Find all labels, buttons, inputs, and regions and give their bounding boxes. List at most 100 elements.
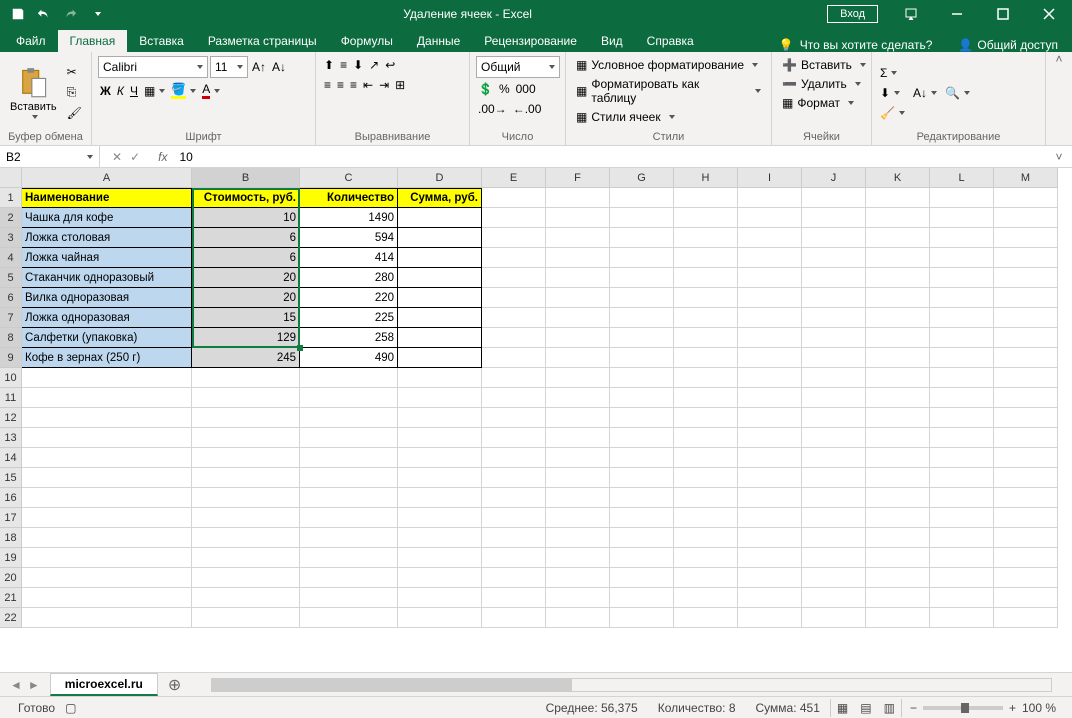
zoom-slider-thumb[interactable] — [961, 703, 969, 713]
cell-E4[interactable] — [482, 248, 546, 268]
cell-J1[interactable] — [802, 188, 866, 208]
cell-L20[interactable] — [930, 568, 994, 588]
cell-L18[interactable] — [930, 528, 994, 548]
cell-A16[interactable] — [22, 488, 192, 508]
row-header-10[interactable]: 10 — [0, 368, 22, 388]
cell-L17[interactable] — [930, 508, 994, 528]
cell-M15[interactable] — [994, 468, 1058, 488]
font-name-combo[interactable]: Calibri — [98, 56, 208, 78]
cell-styles-button[interactable]: ▦Стили ячеек — [572, 108, 765, 126]
cell-G19[interactable] — [610, 548, 674, 568]
cell-I19[interactable] — [738, 548, 802, 568]
cell-D8[interactable] — [398, 328, 482, 348]
cell-J6[interactable] — [802, 288, 866, 308]
cell-D17[interactable] — [398, 508, 482, 528]
sheet-nav-first-icon[interactable]: ◄ — [8, 676, 24, 694]
cell-G5[interactable] — [610, 268, 674, 288]
cell-K19[interactable] — [866, 548, 930, 568]
cell-E5[interactable] — [482, 268, 546, 288]
cell-M21[interactable] — [994, 588, 1058, 608]
cell-J7[interactable] — [802, 308, 866, 328]
cell-B13[interactable] — [192, 428, 300, 448]
cell-F10[interactable] — [546, 368, 610, 388]
cell-H3[interactable] — [674, 228, 738, 248]
cell-C8[interactable]: 258 — [300, 328, 398, 348]
cell-L9[interactable] — [930, 348, 994, 368]
increase-decimal-icon[interactable]: .00→ — [476, 100, 509, 118]
cell-H22[interactable] — [674, 608, 738, 628]
cell-H13[interactable] — [674, 428, 738, 448]
cell-L5[interactable] — [930, 268, 994, 288]
cell-K20[interactable] — [866, 568, 930, 588]
macro-record-icon[interactable]: ▢ — [65, 701, 76, 715]
cell-B16[interactable] — [192, 488, 300, 508]
cell-D12[interactable] — [398, 408, 482, 428]
underline-button[interactable]: Ч — [128, 82, 140, 100]
cell-C21[interactable] — [300, 588, 398, 608]
cell-I1[interactable] — [738, 188, 802, 208]
cell-D6[interactable] — [398, 288, 482, 308]
cell-A3[interactable]: Ложка столовая — [22, 228, 192, 248]
cell-F19[interactable] — [546, 548, 610, 568]
tab-insert[interactable]: Вставка — [127, 30, 196, 52]
cell-D3[interactable] — [398, 228, 482, 248]
expand-formula-icon[interactable]: ˅ — [1046, 150, 1072, 164]
merge-icon[interactable]: ⊞ — [393, 76, 407, 94]
col-header-A[interactable]: A — [22, 168, 192, 188]
cell-M9[interactable] — [994, 348, 1058, 368]
cell-E7[interactable] — [482, 308, 546, 328]
cell-F20[interactable] — [546, 568, 610, 588]
cell-A6[interactable]: Вилка одноразовая — [22, 288, 192, 308]
row-header-14[interactable]: 14 — [0, 448, 22, 468]
decrease-decimal-icon[interactable]: ←.00 — [511, 100, 544, 118]
cell-G3[interactable] — [610, 228, 674, 248]
cell-B22[interactable] — [192, 608, 300, 628]
cell-I10[interactable] — [738, 368, 802, 388]
cell-I17[interactable] — [738, 508, 802, 528]
row-header-13[interactable]: 13 — [0, 428, 22, 448]
number-format-combo[interactable]: Общий — [476, 56, 560, 78]
cell-E22[interactable] — [482, 608, 546, 628]
cell-L7[interactable] — [930, 308, 994, 328]
cell-G21[interactable] — [610, 588, 674, 608]
cell-J8[interactable] — [802, 328, 866, 348]
cell-D13[interactable] — [398, 428, 482, 448]
cell-I9[interactable] — [738, 348, 802, 368]
tab-view[interactable]: Вид — [589, 30, 635, 52]
cell-B9[interactable]: 245 — [192, 348, 300, 368]
tab-file[interactable]: Файл — [4, 30, 58, 52]
cell-G13[interactable] — [610, 428, 674, 448]
cell-A8[interactable]: Салфетки (упаковка) — [22, 328, 192, 348]
cell-K15[interactable] — [866, 468, 930, 488]
cell-L13[interactable] — [930, 428, 994, 448]
cell-D18[interactable] — [398, 528, 482, 548]
cell-A13[interactable] — [22, 428, 192, 448]
formula-bar[interactable]: 10 — [173, 150, 1046, 164]
cell-F2[interactable] — [546, 208, 610, 228]
format-as-table-button[interactable]: ▦Форматировать как таблицу — [572, 75, 765, 107]
redo-icon[interactable] — [58, 2, 82, 26]
cell-H19[interactable] — [674, 548, 738, 568]
cell-D7[interactable] — [398, 308, 482, 328]
cell-B2[interactable]: 10 — [192, 208, 300, 228]
zoom-level[interactable]: 100 % — [1022, 701, 1056, 715]
fill-color-icon[interactable]: 🪣 — [169, 80, 198, 101]
fill-icon[interactable]: ⬇ — [878, 84, 907, 102]
cell-B19[interactable] — [192, 548, 300, 568]
cell-H5[interactable] — [674, 268, 738, 288]
cell-F9[interactable] — [546, 348, 610, 368]
row-header-4[interactable]: 4 — [0, 248, 22, 268]
cell-F11[interactable] — [546, 388, 610, 408]
cell-I6[interactable] — [738, 288, 802, 308]
cell-D10[interactable] — [398, 368, 482, 388]
row-header-6[interactable]: 6 — [0, 288, 22, 308]
col-header-L[interactable]: L — [930, 168, 994, 188]
cell-L21[interactable] — [930, 588, 994, 608]
tab-help[interactable]: Справка — [635, 30, 706, 52]
cell-B11[interactable] — [192, 388, 300, 408]
cell-E1[interactable] — [482, 188, 546, 208]
cell-K13[interactable] — [866, 428, 930, 448]
cell-K12[interactable] — [866, 408, 930, 428]
cell-E10[interactable] — [482, 368, 546, 388]
cell-B17[interactable] — [192, 508, 300, 528]
